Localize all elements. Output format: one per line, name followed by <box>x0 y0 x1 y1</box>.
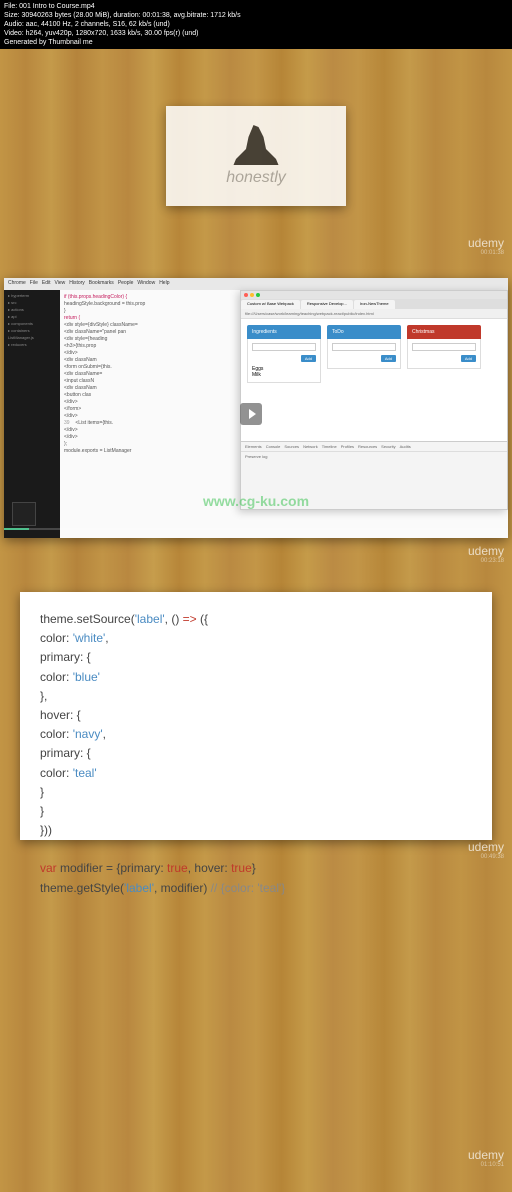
sidebar-item[interactable]: ▸ api <box>6 313 58 320</box>
screencast-panel: Chrome File Edit View History Bookmarks … <box>4 278 508 538</box>
video-info: Video: h264, yuv420p, 1280x720, 1633 kb/… <box>4 29 508 38</box>
timestamp: 00:01:38 <box>481 250 504 256</box>
sidebar-item[interactable]: ▸ actions <box>6 306 58 313</box>
browser-window: Custom w/ Base Webpack Responsive Develo… <box>240 290 508 510</box>
udemy-badge: udemy <box>468 236 504 250</box>
generator-info: Generated by Thumbnail me <box>4 38 508 47</box>
play-icon <box>249 409 256 419</box>
logo-panel: honestly <box>166 106 346 206</box>
devtools-tab[interactable]: Resources <box>358 444 377 449</box>
devtools-tab[interactable]: Console <box>266 444 281 449</box>
udemy-badge: udemy <box>468 544 504 558</box>
add-button[interactable]: Add <box>301 355 316 362</box>
devtools-subbar: Preserve log <box>241 452 507 461</box>
add-button[interactable]: Add <box>381 355 396 362</box>
card-body: Add <box>327 339 401 369</box>
menu-people[interactable]: People <box>118 280 134 288</box>
watermark: www.cg-ku.com <box>203 493 309 509</box>
close-icon[interactable] <box>244 293 248 297</box>
card-body: Add Eggs Milk <box>247 339 321 383</box>
udemy-badge: udemy <box>468 840 504 854</box>
wizard-logo: honestly <box>226 125 286 187</box>
browser-titlebar <box>241 291 507 299</box>
code-panel: theme.setSource('label', () => ({ color:… <box>20 592 492 840</box>
maximize-icon[interactable] <box>256 293 260 297</box>
add-button[interactable]: Add <box>461 355 476 362</box>
play-button[interactable] <box>240 403 262 425</box>
sidebar-item[interactable]: ▸ containers <box>6 327 58 334</box>
sidebar-item[interactable]: ▸ reducers <box>6 341 58 348</box>
devtools-tab[interactable]: Network <box>303 444 318 449</box>
mac-menubar: Chrome File Edit View History Bookmarks … <box>4 278 508 290</box>
menu-history[interactable]: History <box>69 280 85 288</box>
progress-fill <box>4 528 29 530</box>
menu-edit[interactable]: Edit <box>42 280 51 288</box>
card-header: ToDo <box>327 325 401 339</box>
udemy-badge: udemy <box>468 1148 504 1162</box>
sidebar-item[interactable]: ▸ components <box>6 320 58 327</box>
file-info-header: File: 001 Intro to Course.mp4 Size: 3094… <box>0 0 512 49</box>
card-input[interactable] <box>252 343 316 351</box>
sidebar-item[interactable]: ListManager.js <box>6 334 58 341</box>
video-progress[interactable] <box>4 528 508 530</box>
sidebar-item[interactable]: ▸ hyperterm <box>6 292 58 299</box>
card-header: Ingredients <box>247 325 321 339</box>
browser-tab[interactable]: Iron-NewTheme <box>354 300 395 309</box>
browser-content: Ingredients Add Eggs Milk ToDo Add <box>241 319 507 389</box>
card-input[interactable] <box>332 343 396 351</box>
browser-tab[interactable]: Custom w/ Base Webpack <box>241 300 300 309</box>
timestamp: 01:10:51 <box>481 1162 504 1168</box>
card-input[interactable] <box>412 343 476 351</box>
card-header: Christmas <box>407 325 481 339</box>
wizard-text: honestly <box>226 169 286 187</box>
devtools-tab[interactable]: Elements <box>245 444 262 449</box>
christmas-card: Christmas Add <box>407 325 481 383</box>
menu-window[interactable]: Window <box>137 280 155 288</box>
presenter-webcam <box>12 502 36 526</box>
menu-view[interactable]: View <box>54 280 65 288</box>
card-body: Add <box>407 339 481 369</box>
audio-info: Audio: aac, 44100 Hz, 2 channels, S16, 6… <box>4 20 508 29</box>
devtools-tab[interactable]: Profiles <box>341 444 354 449</box>
menu-help[interactable]: Help <box>159 280 169 288</box>
code-block: theme.setSource('label', () => ({ color:… <box>40 610 472 898</box>
devtools-tab[interactable]: Sources <box>284 444 299 449</box>
menu-bookmarks[interactable]: Bookmarks <box>89 280 114 288</box>
editor-sidebar[interactable]: ▸ hyperterm ▸ src ▸ actions ▸ api ▸ comp… <box>4 290 60 538</box>
todo-card: ToDo Add <box>327 325 401 383</box>
wizard-hat-icon <box>231 125 281 165</box>
menu-file[interactable]: File <box>30 280 38 288</box>
timestamp: 00:49:38 <box>481 854 504 860</box>
menu-chrome[interactable]: Chrome <box>8 280 26 288</box>
timestamp: 00:23:18 <box>481 558 504 564</box>
devtools-tab[interactable]: Timeline <box>322 444 337 449</box>
sidebar-item[interactable]: ▸ src <box>6 299 58 306</box>
url-bar[interactable]: file:///Users/case/work/learning/teachin… <box>241 309 507 319</box>
browser-tabs: Custom w/ Base Webpack Responsive Develo… <box>241 299 507 309</box>
devtools-tab[interactable]: Audits <box>400 444 411 449</box>
devtools-tabs: Elements Console Sources Network Timelin… <box>241 442 507 452</box>
list-item: Milk <box>252 372 316 378</box>
browser-tab[interactable]: Responsive Develop... <box>301 300 353 309</box>
file-name: File: 001 Intro to Course.mp4 <box>4 2 508 11</box>
ingredients-card: Ingredients Add Eggs Milk <box>247 325 321 383</box>
file-size: Size: 30940263 bytes (28.00 MiB), durati… <box>4 11 508 20</box>
devtools-tab[interactable]: Security <box>381 444 395 449</box>
minimize-icon[interactable] <box>250 293 254 297</box>
